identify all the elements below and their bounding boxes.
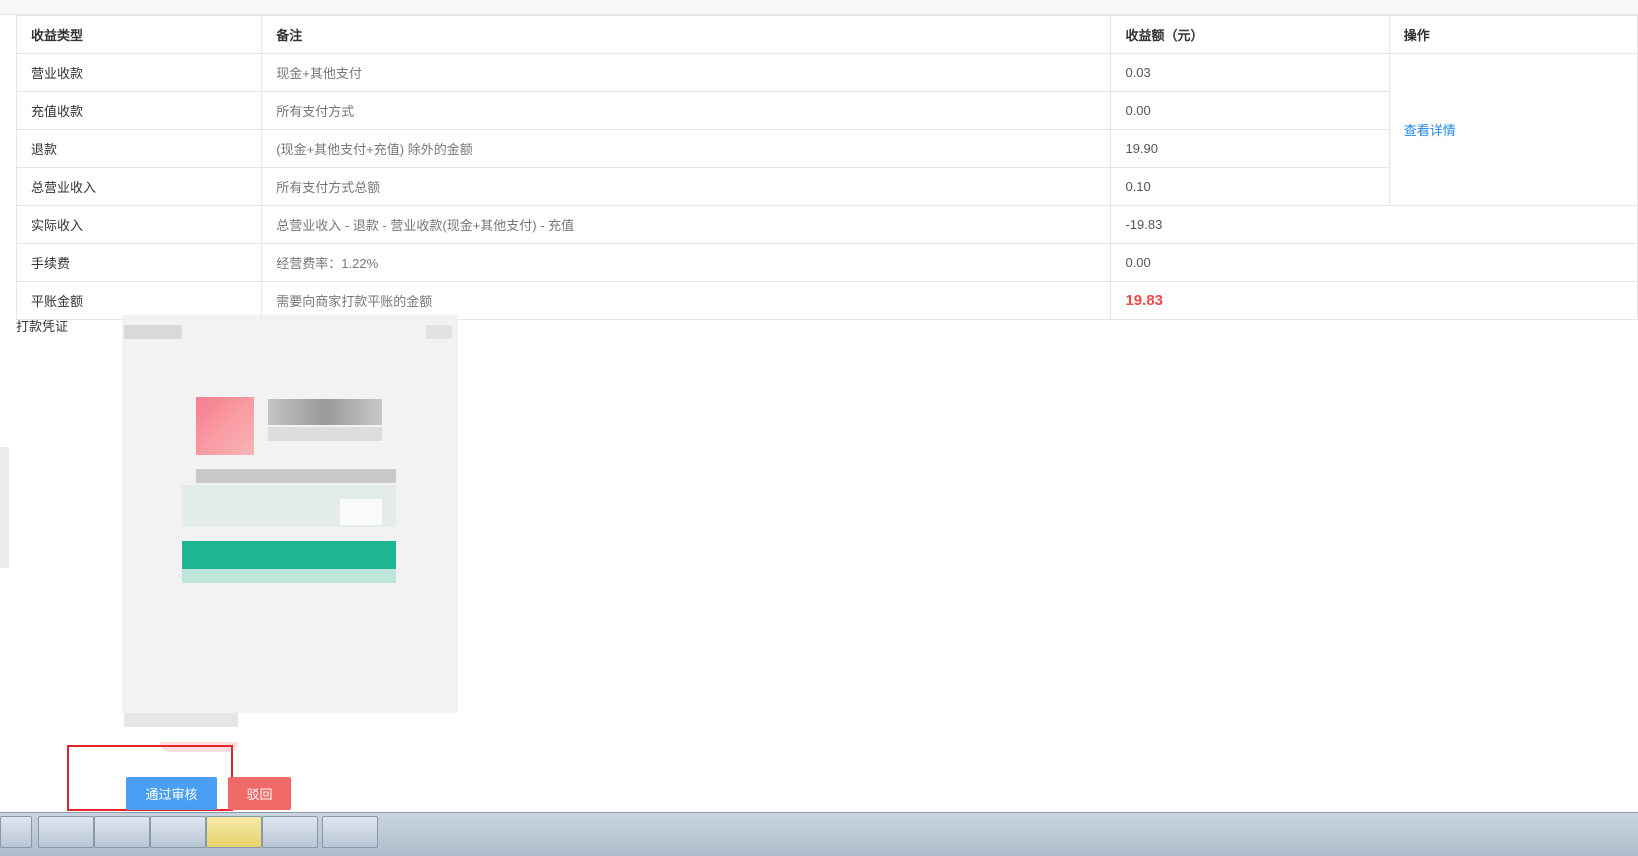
approve-button[interactable]: 通过审核 <box>126 777 217 810</box>
table-row: 营业收款 现金+其他支付 0.03 查看详情 <box>15 53 1638 206</box>
taskbar-app[interactable] <box>38 816 94 848</box>
side-collapse-tab[interactable] <box>0 447 9 568</box>
taskbar-app[interactable] <box>206 816 262 848</box>
blurred-avatar <box>196 397 254 455</box>
taskbar-app[interactable] <box>150 816 206 848</box>
balance-amount: 19.83 <box>1110 281 1638 320</box>
row-note: 所有支付方式总额 <box>261 167 1112 206</box>
row-amount: 0.00 <box>1110 243 1638 282</box>
reject-button[interactable]: 驳回 <box>228 777 291 810</box>
action-cell: 查看详情 <box>1388 53 1638 206</box>
blurred-block <box>124 325 182 339</box>
header-action: 操作 <box>1388 15 1638 54</box>
blurred-caption <box>124 713 238 727</box>
row-type: 总营业收入 <box>15 167 263 206</box>
header-amount: 收益额（元） <box>1110 15 1390 54</box>
row-amount: 0.03 <box>1110 53 1390 92</box>
payment-proof-image[interactable] <box>122 315 458 713</box>
row-type: 充值收款 <box>15 91 263 130</box>
row-type: 退款 <box>15 129 263 168</box>
row-amount: -19.83 <box>1110 205 1638 244</box>
revenue-table: 收益类型 备注 收益额（元） 操作 营业收款 现金+其他支付 0.03 查看详情… <box>15 15 1638 320</box>
top-bar <box>0 0 1638 15</box>
blurred-block <box>196 469 396 483</box>
row-note: (现金+其他支付+充值) 除外的金额 <box>261 129 1112 168</box>
payment-proof-label: 打款凭证 <box>16 319 69 334</box>
view-details-link[interactable]: 查看详情 <box>1404 123 1456 138</box>
blurred-block <box>340 499 382 525</box>
table-row: 实际收入 总营业收入 - 退款 - 营业收款(现金+其他支付) - 充值 -19… <box>15 205 1638 244</box>
row-note: 需要向商家打款平账的金额 <box>261 281 1112 320</box>
table-row: 平账金额 需要向商家打款平账的金额 19.83 <box>15 281 1638 320</box>
row-type: 平账金额 <box>15 281 263 320</box>
row-note: 所有支付方式 <box>261 91 1112 130</box>
row-amount: 0.10 <box>1110 167 1390 206</box>
taskbar-app[interactable] <box>94 816 150 848</box>
blurred-green-button <box>182 541 396 569</box>
blurred-block <box>268 399 382 425</box>
row-type: 手续费 <box>15 243 263 282</box>
taskbar-app[interactable] <box>262 816 318 848</box>
table-row: 手续费 经营费率：1.22% 0.00 <box>15 243 1638 282</box>
blurred-block <box>182 569 396 583</box>
row-amount: 19.90 <box>1110 129 1390 168</box>
start-button[interactable] <box>0 816 32 848</box>
row-note: 总营业收入 - 退款 - 营业收款(现金+其他支付) - 充值 <box>261 205 1112 244</box>
row-note: 经营费率：1.22% <box>261 243 1112 282</box>
table-header-row: 收益类型 备注 收益额（元） 操作 <box>15 15 1638 54</box>
row-type: 营业收款 <box>15 53 263 92</box>
header-revenue-type: 收益类型 <box>15 15 263 54</box>
row-amount: 0.00 <box>1110 91 1390 130</box>
blurred-block <box>426 325 452 339</box>
taskbar-app[interactable] <box>322 816 378 848</box>
row-note: 现金+其他支付 <box>261 53 1112 92</box>
row-type: 实际收入 <box>15 205 263 244</box>
os-taskbar <box>0 812 1638 856</box>
blurred-block <box>268 427 382 441</box>
header-note: 备注 <box>261 15 1112 54</box>
